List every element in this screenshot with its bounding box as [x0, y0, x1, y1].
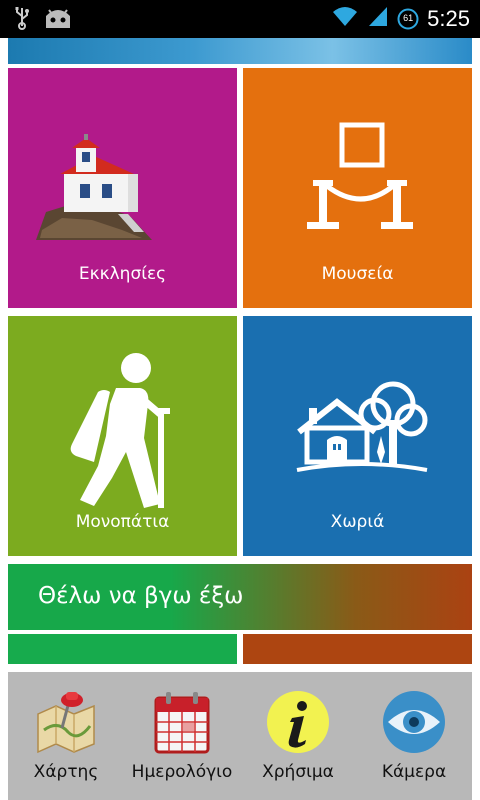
tile-museums-label: Μουσεία: [321, 264, 394, 284]
hiker-icon: [64, 352, 184, 517]
eye-icon: [382, 690, 446, 754]
nav-map[interactable]: Χάρτης: [8, 672, 124, 800]
nav-calendar[interactable]: Ημερολόγιο: [124, 672, 240, 800]
status-bar: 61 5:25: [0, 0, 480, 38]
signal-icon: [367, 4, 389, 33]
battery-icon: 61: [397, 8, 419, 30]
clock: 5:25: [427, 5, 470, 31]
nav-camera-label: Κάμερα: [381, 762, 447, 782]
wifi-icon: [331, 4, 359, 33]
tile-trails-label: Μονοπάτια: [75, 512, 170, 532]
tile-museums[interactable]: Μουσεία: [243, 68, 472, 308]
nav-calendar-label: Ημερολόγιο: [131, 762, 233, 782]
go-out-label: Θέλω να βγω έξω: [38, 583, 244, 609]
bottom-nav-bar: Χάρτης Ημερολόγιο Χρήσιμα Κάμερα: [8, 672, 472, 800]
nav-useful[interactable]: Χρήσιμα: [240, 672, 356, 800]
info-icon: [266, 690, 330, 754]
tile-partial-left[interactable]: [8, 634, 237, 664]
tile-partial-right[interactable]: [243, 634, 472, 664]
nav-map-label: Χάρτης: [33, 762, 99, 782]
museum-exhibit-icon: [305, 120, 415, 237]
calendar-icon: [150, 690, 214, 754]
tile-villages[interactable]: Χωριά: [243, 316, 472, 556]
village-house-icon: [295, 380, 429, 477]
header-banner-image: [8, 38, 472, 64]
go-out-banner[interactable]: Θέλω να βγω έξω: [8, 564, 472, 630]
map-pin-icon: [34, 690, 98, 754]
battery-level: 61: [403, 12, 414, 23]
nav-useful-label: Χρήσιμα: [262, 762, 334, 782]
tile-churches-label: Εκκλησίες: [78, 264, 167, 284]
church-icon: [32, 132, 156, 249]
tile-villages-label: Χωριά: [330, 512, 385, 532]
tile-trails[interactable]: Μονοπάτια: [8, 316, 237, 556]
tile-churches[interactable]: Εκκλησίες: [8, 68, 237, 308]
android-debug-icon: [44, 6, 72, 35]
usb-icon: [14, 6, 30, 35]
nav-camera[interactable]: Κάμερα: [356, 672, 472, 800]
